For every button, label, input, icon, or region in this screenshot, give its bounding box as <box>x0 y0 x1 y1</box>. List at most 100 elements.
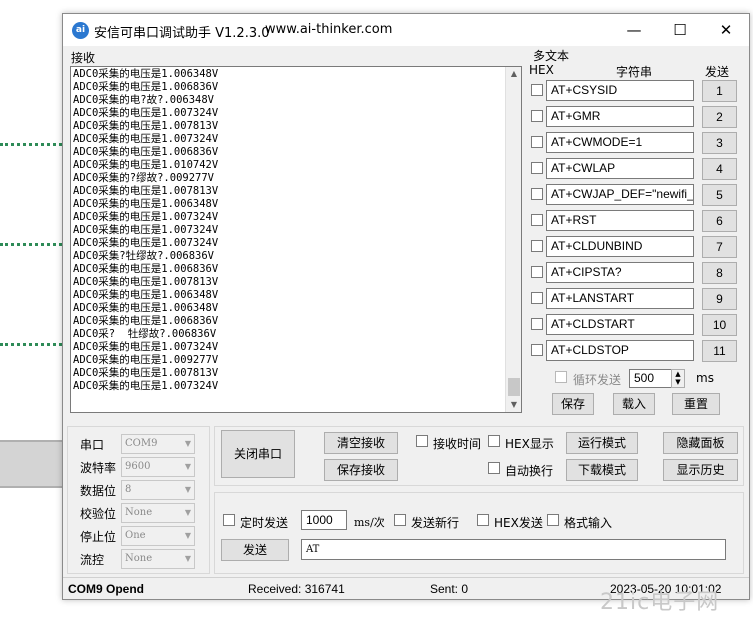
multi-hex-checkbox[interactable] <box>531 344 543 356</box>
multi-text-input[interactable]: AT+CLDUNBIND <box>546 236 694 257</box>
multi-text-title: 多文本 <box>533 49 570 63</box>
save-multi-button[interactable]: 保存 <box>552 393 594 415</box>
multi-hex-checkbox[interactable] <box>531 214 543 226</box>
hex-display-checkbox[interactable] <box>488 435 500 447</box>
maximize-button[interactable]: ☐ <box>657 14 703 46</box>
parity-select-value: None <box>125 507 153 518</box>
loop-interval-input[interactable]: 500 <box>629 369 675 388</box>
port-select[interactable]: COM9 ▼ <box>121 434 195 454</box>
receive-label: 接收 <box>71 51 96 65</box>
spin-down-icon[interactable]: ▼ <box>672 378 684 386</box>
stopbits-label: 停止位 <box>80 530 117 544</box>
minimize-button[interactable]: — <box>611 14 657 46</box>
multi-send-button[interactable]: 10 <box>702 314 737 336</box>
baud-select[interactable]: 9600 ▼ <box>121 457 195 477</box>
multi-send-button[interactable]: 8 <box>702 262 737 284</box>
send-button[interactable]: 发送 <box>221 539 289 561</box>
receive-line: ADC0采集的电压是1.010742V <box>73 159 219 171</box>
maximize-icon: ☐ <box>673 21 687 39</box>
multi-text-input[interactable]: AT+CLDSTART <box>546 314 694 335</box>
multi-text-input[interactable]: AT+RST <box>546 210 694 231</box>
multi-send-button[interactable]: 1 <box>702 80 737 102</box>
run-mode-button[interactable]: 运行模式 <box>566 432 638 454</box>
multi-hex-checkbox[interactable] <box>531 136 543 148</box>
multi-hex-checkbox[interactable] <box>531 188 543 200</box>
show-history-button[interactable]: 显示历史 <box>663 459 738 481</box>
download-mode-button[interactable]: 下载模式 <box>566 459 638 481</box>
reset-multi-button[interactable]: 重置 <box>672 393 720 415</box>
receive-line: ADC0采集的电压是1.007324V <box>73 133 219 145</box>
receive-line: ADC0采集的电压是1.006836V <box>73 146 219 158</box>
port-label: 串口 <box>80 438 105 452</box>
loop-send-checkbox[interactable] <box>555 371 567 383</box>
multi-text-input[interactable]: AT+GMR <box>546 106 694 127</box>
multi-hex-checkbox[interactable] <box>531 110 543 122</box>
multi-text-input[interactable]: AT+CWMODE=1 <box>546 132 694 153</box>
title-bar[interactable]: ai 安信可串口调试助手 V1.2.3.0 www.ai-thinker.com… <box>63 14 749 46</box>
multi-send-button[interactable]: 3 <box>702 132 737 154</box>
multi-send-button[interactable]: 7 <box>702 236 737 258</box>
multi-send-button[interactable]: 4 <box>702 158 737 180</box>
multi-hex-checkbox[interactable] <box>531 84 543 96</box>
multi-text-input[interactable]: AT+LANSTART <box>546 288 694 309</box>
flow-control-select[interactable]: None ▼ <box>121 549 195 569</box>
receive-line: ADC0采集的电压是1.006348V <box>73 68 219 80</box>
multi-hex-checkbox[interactable] <box>531 266 543 278</box>
stopbits-select[interactable]: One ▼ <box>121 526 195 546</box>
received-count: Received: 316741 <box>248 582 345 596</box>
background-strip <box>0 440 62 488</box>
receive-scrollbar[interactable]: ▲ ▼ <box>505 67 521 412</box>
send-interval-input[interactable]: 1000 <box>301 510 347 530</box>
multi-send-button[interactable]: 9 <box>702 288 737 310</box>
multi-send-button[interactable]: 2 <box>702 106 737 128</box>
receive-textarea[interactable]: ADC0采集的电压是1.006348V ADC0采集的电压是1.006836V AD… <box>70 66 522 413</box>
scroll-thumb[interactable] <box>508 378 520 396</box>
databits-select[interactable]: 8 ▼ <box>121 480 195 500</box>
multi-hex-checkbox[interactable] <box>531 292 543 304</box>
parity-select[interactable]: None ▼ <box>121 503 195 523</box>
app-window: ai 安信可串口调试助手 V1.2.3.0 www.ai-thinker.com… <box>62 13 750 600</box>
scroll-down-icon[interactable]: ▼ <box>506 400 521 409</box>
baud-label: 波特率 <box>80 461 117 475</box>
spin-up-icon[interactable]: ▲ <box>672 370 684 378</box>
multi-text-input[interactable]: AT+CSYSID <box>546 80 694 101</box>
send-newline-checkbox[interactable] <box>394 514 406 526</box>
receive-line: ADC0采集的电压是1.007324V <box>73 237 219 249</box>
loop-interval-spinner[interactable]: ▲ ▼ <box>671 369 685 388</box>
multi-text-input[interactable]: AT+CLDSTOP <box>546 340 694 361</box>
save-receive-button[interactable]: 保存接收 <box>324 459 398 481</box>
format-input-label: 格式输入 <box>564 516 613 530</box>
hex-send-label: HEX发送 <box>494 516 543 530</box>
scroll-up-icon[interactable]: ▲ <box>506 69 521 78</box>
multi-text-input[interactable]: AT+CIPSTA? <box>546 262 694 283</box>
close-button[interactable]: ✕ <box>703 14 749 46</box>
receive-line: ADC0采集的电压是1.007324V <box>73 341 219 353</box>
multi-hex-checkbox[interactable] <box>531 162 543 174</box>
send-text-input[interactable]: AT <box>301 539 726 560</box>
timed-send-checkbox[interactable] <box>223 514 235 526</box>
receive-time-checkbox[interactable] <box>416 435 428 447</box>
multi-send-button[interactable]: 6 <box>702 210 737 232</box>
receive-text: ADC0采集的电压是1.006348V ADC0采集的电压是1.006836V AD… <box>73 68 218 393</box>
format-input-checkbox[interactable] <box>547 514 559 526</box>
auto-wrap-checkbox[interactable] <box>488 462 500 474</box>
ai-thinker-logo-icon: ai <box>72 22 89 39</box>
multi-send-button[interactable]: 5 <box>702 184 737 206</box>
receive-line: ADC0采集的电压是1.006836V <box>73 315 219 327</box>
multi-hex-checkbox[interactable] <box>531 318 543 330</box>
multi-text-input[interactable]: AT+CWJAP_DEF="newifi_ <box>546 184 694 205</box>
load-multi-button[interactable]: 载入 <box>613 393 655 415</box>
loop-send-label: 循环发送 <box>573 373 622 387</box>
receive-time-label: 接收时间 <box>433 437 482 451</box>
hex-send-checkbox[interactable] <box>477 514 489 526</box>
baud-select-value: 9600 <box>125 461 151 472</box>
close-port-button[interactable]: 关闭串口 <box>221 430 295 478</box>
clear-receive-button[interactable]: 清空接收 <box>324 432 398 454</box>
auto-wrap-label: 自动换行 <box>505 464 554 478</box>
multi-hex-checkbox[interactable] <box>531 240 543 252</box>
background-dotted-line <box>0 143 62 146</box>
port-status: COM9 Opend <box>68 582 145 596</box>
multi-send-button[interactable]: 11 <box>702 340 737 362</box>
multi-text-input[interactable]: AT+CWLAP <box>546 158 694 179</box>
hide-panel-button[interactable]: 隐藏面板 <box>663 432 738 454</box>
